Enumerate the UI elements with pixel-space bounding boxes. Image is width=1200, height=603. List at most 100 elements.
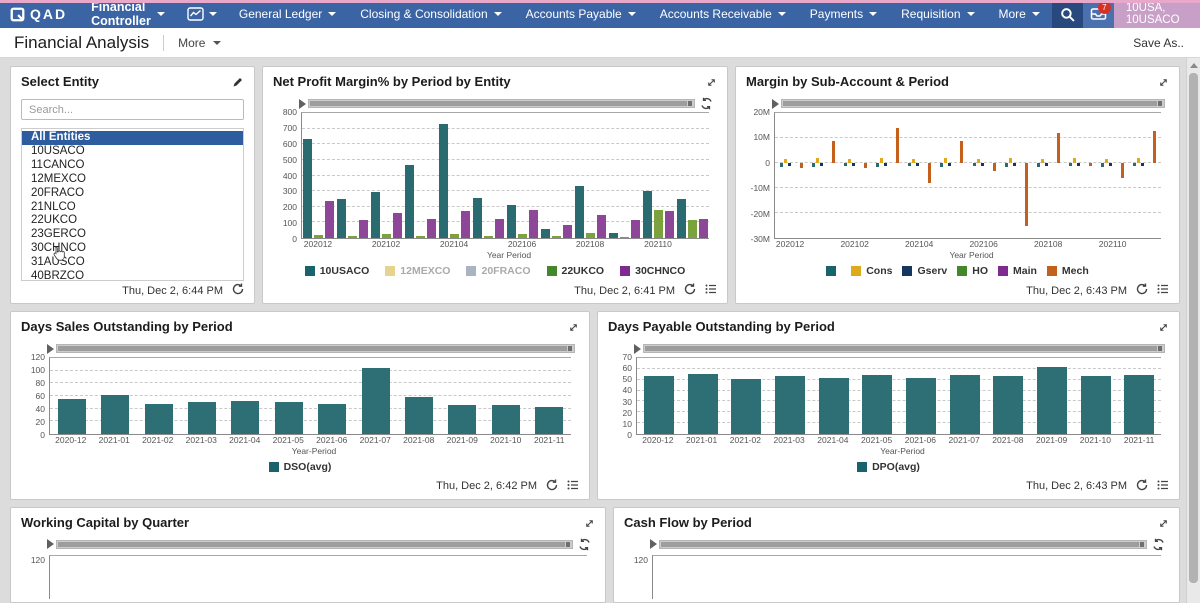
refresh-icon[interactable] — [232, 283, 244, 298]
nav-menu-more[interactable]: More — [987, 7, 1052, 21]
entity-list-item[interactable]: 23GERCO — [22, 228, 243, 242]
list-icon[interactable] — [1157, 479, 1169, 494]
bar — [816, 158, 819, 163]
restore-icon[interactable] — [700, 97, 713, 110]
refresh-icon[interactable] — [1136, 479, 1148, 494]
y-tick-label: 500 — [283, 155, 297, 165]
analytics-menu-button[interactable] — [177, 7, 227, 21]
chart-range-slider[interactable] — [47, 539, 591, 550]
nav-menu-accounts-receivable[interactable]: Accounts Receivable — [648, 7, 798, 21]
entity-list-item[interactable]: 12MEXCO — [22, 173, 243, 187]
gridline — [775, 212, 1161, 213]
refresh-icon[interactable] — [1136, 283, 1148, 298]
refresh-icon[interactable] — [684, 283, 696, 298]
x-tick-label: 202110 — [644, 239, 672, 249]
list-icon[interactable] — [1157, 283, 1169, 298]
legend-item[interactable]: HO — [957, 265, 988, 277]
panel-title: Margin by Sub-Account & Period — [746, 74, 949, 89]
dashboard-body: Select Entity All Entities10USACO11CANCO… — [0, 58, 1200, 603]
bar — [1124, 375, 1154, 434]
slider-track[interactable] — [643, 344, 1165, 353]
search-button[interactable] — [1052, 0, 1083, 28]
entity-list-item[interactable]: 21NLCO — [22, 201, 243, 215]
nav-menu-requisition[interactable]: Requisition — [889, 7, 986, 21]
nav-menu-closing-consolidation[interactable]: Closing & Consolidation — [348, 7, 513, 21]
scroll-up-arrow-icon[interactable] — [1187, 58, 1200, 72]
expand-icon[interactable] — [1158, 74, 1169, 93]
x-tick-label: 2021-07 — [360, 435, 391, 445]
edit-icon[interactable] — [232, 74, 244, 93]
legend-item[interactable]: Mech — [1047, 265, 1089, 277]
expand-icon[interactable] — [1158, 515, 1169, 534]
slider-track[interactable] — [56, 344, 575, 353]
bar — [518, 234, 527, 238]
chart-range-slider[interactable] — [772, 98, 1165, 109]
entity-list-item[interactable]: 40BRZCO — [22, 270, 243, 281]
nav-menu-payments[interactable]: Payments — [798, 7, 889, 21]
chart-range-slider[interactable] — [299, 98, 713, 109]
legend-item[interactable]: DSO(avg) — [269, 461, 332, 473]
entity-list-item[interactable]: 31AUSCO — [22, 256, 243, 270]
entity-list-item[interactable]: 10USACO — [22, 145, 243, 159]
slider-track[interactable] — [781, 99, 1165, 108]
legend-item[interactable]: Main — [998, 265, 1037, 277]
legend-item[interactable]: 30CHNCO — [620, 265, 685, 277]
expand-icon[interactable] — [706, 74, 717, 93]
save-as-button[interactable]: Save As.. — [1133, 36, 1184, 50]
bar — [393, 213, 402, 238]
scrollbar-thumb[interactable] — [1189, 73, 1198, 583]
slider-track[interactable] — [659, 540, 1147, 549]
legend-item[interactable]: Cons — [851, 265, 892, 277]
y-tick-label: 300 — [283, 186, 297, 196]
restore-icon[interactable] — [578, 538, 591, 551]
slider-track[interactable] — [308, 99, 695, 108]
page-more-button[interactable]: More — [178, 36, 221, 50]
page-title: Financial Analysis — [14, 33, 149, 53]
chart-range-slider[interactable] — [47, 343, 575, 354]
qad-logo[interactable]: QAD — [0, 6, 79, 22]
legend-item[interactable]: DPO(avg) — [857, 461, 920, 473]
entity-list-item[interactable]: 20FRACO — [22, 187, 243, 201]
legend-item[interactable] — [826, 266, 841, 276]
chart-range-slider[interactable] — [634, 343, 1165, 354]
bar — [1077, 163, 1080, 166]
vertical-scrollbar[interactable] — [1186, 58, 1200, 603]
expand-icon[interactable] — [568, 319, 579, 338]
entity-context-selector[interactable]: 10USA, 10USACO — [1114, 0, 1200, 28]
bar — [507, 205, 516, 238]
legend-label: 30CHNCO — [635, 265, 685, 277]
slider-arrow-icon — [634, 344, 641, 354]
restore-icon[interactable] — [1152, 538, 1165, 551]
list-icon[interactable] — [567, 479, 579, 494]
slider-track[interactable] — [56, 540, 573, 549]
cash-flow-chart: 120 — [624, 555, 1161, 599]
refresh-timestamp: Thu, Dec 2, 6:44 PM — [122, 285, 223, 297]
entity-list-item[interactable]: 30CHNCO — [22, 242, 243, 256]
legend-swatch — [620, 266, 630, 276]
chart-range-slider[interactable] — [650, 539, 1165, 550]
legend-item[interactable]: 10USACO — [305, 265, 370, 277]
module-selector[interactable]: Financial Controller — [79, 0, 177, 28]
entity-list-item[interactable]: 22UKCO — [22, 214, 243, 228]
bar — [318, 404, 346, 434]
x-tick-label: 202108 — [1034, 239, 1062, 249]
bar — [529, 210, 538, 238]
refresh-icon[interactable] — [546, 479, 558, 494]
legend-item[interactable]: 20FRACO — [466, 265, 530, 277]
nav-menu-accounts-payable[interactable]: Accounts Payable — [514, 7, 648, 21]
entity-list-item[interactable]: 11CANCO — [22, 159, 243, 173]
entity-list-item[interactable]: All Entities — [22, 131, 243, 145]
list-icon[interactable] — [705, 283, 717, 298]
nav-menu-general-ledger[interactable]: General Ledger — [227, 7, 348, 21]
expand-icon[interactable] — [584, 515, 595, 534]
legend-item[interactable]: Gserv — [902, 265, 947, 277]
legend-item[interactable]: 12MEXCO — [385, 265, 450, 277]
expand-icon[interactable] — [1158, 319, 1169, 338]
notifications-button[interactable]: 7 — [1083, 0, 1114, 28]
bar — [1005, 163, 1008, 167]
legend-swatch — [305, 266, 315, 276]
bar — [973, 163, 976, 166]
x-tick-label: 2021-06 — [905, 435, 936, 445]
legend-item[interactable]: 22UKCO — [547, 265, 605, 277]
entity-search-input[interactable] — [21, 99, 244, 120]
